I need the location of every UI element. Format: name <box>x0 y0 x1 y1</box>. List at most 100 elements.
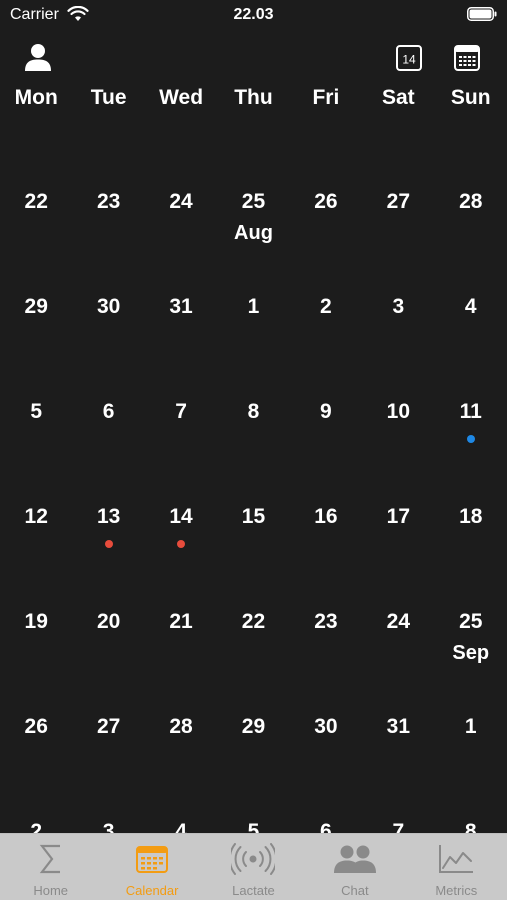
day-cell[interactable]: 28 <box>435 150 507 255</box>
day-cell[interactable]: Aug 1 <box>217 222 289 360</box>
day-cell[interactable]: 24 <box>145 150 217 255</box>
day-cell[interactable]: 27 <box>72 675 144 780</box>
day-cell[interactable]: 22 <box>0 150 72 255</box>
day-cell[interactable]: 6 <box>72 360 144 465</box>
month-label: Sep <box>452 642 490 664</box>
day-number: 8 <box>247 400 260 423</box>
day-number: 30 <box>96 295 121 318</box>
day-number: 22 <box>24 190 48 213</box>
day-cell[interactable]: 14 <box>145 465 217 570</box>
tab-metrics-label: Metrics <box>435 883 478 898</box>
day-cell[interactable]: 5 <box>217 780 289 833</box>
day-cell[interactable]: 29 <box>217 675 289 780</box>
day-cell[interactable]: 3 <box>72 780 144 833</box>
day-cell[interactable]: Sep 1 <box>435 642 507 780</box>
day-cell[interactable]: 12 <box>0 465 72 570</box>
weekday-mon: Mon <box>14 86 58 109</box>
weekday-sat: Sat <box>381 86 415 109</box>
day-cell[interactable]: 2 <box>0 780 72 833</box>
day-cell[interactable]: 6 <box>290 780 362 833</box>
day-number: 26 <box>314 190 338 213</box>
weekday-thu: Thu <box>234 86 273 109</box>
day-number: 6 <box>102 400 115 423</box>
today-badge-text: 14 <box>402 53 416 67</box>
tab-lactate[interactable]: Lactate <box>203 834 304 900</box>
day-number: 5 <box>30 400 43 423</box>
today-button[interactable]: 14 <box>393 42 425 74</box>
day-number: 25 <box>241 190 266 213</box>
day-cell[interactable]: 9 <box>290 360 362 465</box>
week-row: 2 3 4 5 6 7 8 <box>0 780 507 833</box>
day-cell[interactable]: 27 <box>362 150 434 255</box>
day-cell[interactable]: 15 <box>217 465 289 570</box>
day-cell[interactable]: 3 <box>362 255 434 360</box>
weekday-sun: Sun <box>450 86 491 109</box>
day-cell[interactable]: 2 <box>290 255 362 360</box>
day-cell[interactable]: 22 <box>217 570 289 675</box>
day-cell[interactable]: 7 <box>362 780 434 833</box>
day-number: 24 <box>169 190 193 213</box>
profile-button[interactable] <box>22 42 54 74</box>
day-cell[interactable]: 24 <box>362 570 434 675</box>
day-cell[interactable]: 8 <box>217 360 289 465</box>
week-row: 19 20 21 22 23 24 25 <box>0 570 507 675</box>
day-cell[interactable]: 26 <box>290 150 362 255</box>
day-number: 25 <box>459 610 483 633</box>
day-number: 2 <box>30 820 43 833</box>
event-dot <box>104 540 113 548</box>
week-row: 12 13 14 15 16 17 18 <box>0 465 507 570</box>
day-cell[interactable]: 10 <box>362 360 434 465</box>
day-cell[interactable]: 16 <box>290 465 362 570</box>
day-cell[interactable]: 30 <box>290 675 362 780</box>
tab-home[interactable]: Home <box>0 834 101 900</box>
day-number: 7 <box>392 820 405 833</box>
day-cell[interactable]: 7 <box>145 360 217 465</box>
day-cell[interactable]: 17 <box>362 465 434 570</box>
day-cell[interactable]: 23 <box>290 570 362 675</box>
day-number: 26 <box>24 715 48 738</box>
day-cell[interactable]: 21 <box>145 570 217 675</box>
day-cell[interactable]: 23 <box>72 150 144 255</box>
day-cell[interactable]: 31 <box>145 255 217 360</box>
day-cell[interactable]: 28 <box>145 675 217 780</box>
day-number: 23 <box>314 610 338 633</box>
day-cell[interactable]: 13 <box>72 465 144 570</box>
day-number: 29 <box>24 295 48 318</box>
day-cell[interactable]: 4 <box>435 255 507 360</box>
weekday-header: Mon Tue Wed Thu Fri Sat Sun <box>0 86 507 116</box>
tab-calendar[interactable]: Calendar <box>101 834 202 900</box>
weekday-wed: Wed <box>159 86 204 109</box>
tab-chat[interactable]: Chat <box>304 834 405 900</box>
day-number: 21 <box>169 610 193 633</box>
day-number: 22 <box>241 610 266 633</box>
day-cell[interactable]: 31 <box>362 675 434 780</box>
week-row: 29 30 31 Aug 1 2 3 4 <box>0 222 507 360</box>
sigma-icon <box>39 844 60 874</box>
calendar-grid: 22 23 24 25 26 27 28 29 30 31 Aug 1 2 3 4 5 6 7 8 9 10 11 12 13… <box>0 150 507 833</box>
day-number: 27 <box>96 715 121 738</box>
day-cell[interactable]: 20 <box>72 570 144 675</box>
day-cell[interactable]: 30 <box>72 255 144 360</box>
day-cell[interactable]: 11 <box>435 360 507 465</box>
day-number: 20 <box>96 610 121 633</box>
week-row: 5 6 7 8 9 10 11 <box>0 360 507 465</box>
day-number: 4 <box>464 295 477 318</box>
day-cell[interactable]: 4 <box>145 780 217 833</box>
signal-icon <box>231 843 276 875</box>
day-number: 10 <box>386 400 410 423</box>
day-number: 23 <box>96 190 121 213</box>
day-number: 3 <box>392 295 405 318</box>
day-cell[interactable]: 5 <box>0 360 72 465</box>
tab-calendar-label: Calendar <box>125 883 179 898</box>
day-cell[interactable]: 19 <box>0 570 72 675</box>
day-cell[interactable]: 8 <box>435 780 507 833</box>
tab-lactate-label: Lactate <box>232 883 275 898</box>
day-cell[interactable]: 26 <box>0 675 72 780</box>
weekday-tue: Tue <box>90 86 127 109</box>
day-number: 12 <box>24 505 48 528</box>
day-cell[interactable]: 18 <box>435 465 507 570</box>
day-cell[interactable]: 29 <box>0 255 72 360</box>
tab-metrics[interactable]: Metrics <box>406 834 507 900</box>
month-view-button[interactable] <box>451 42 483 74</box>
battery-icon <box>467 7 497 21</box>
